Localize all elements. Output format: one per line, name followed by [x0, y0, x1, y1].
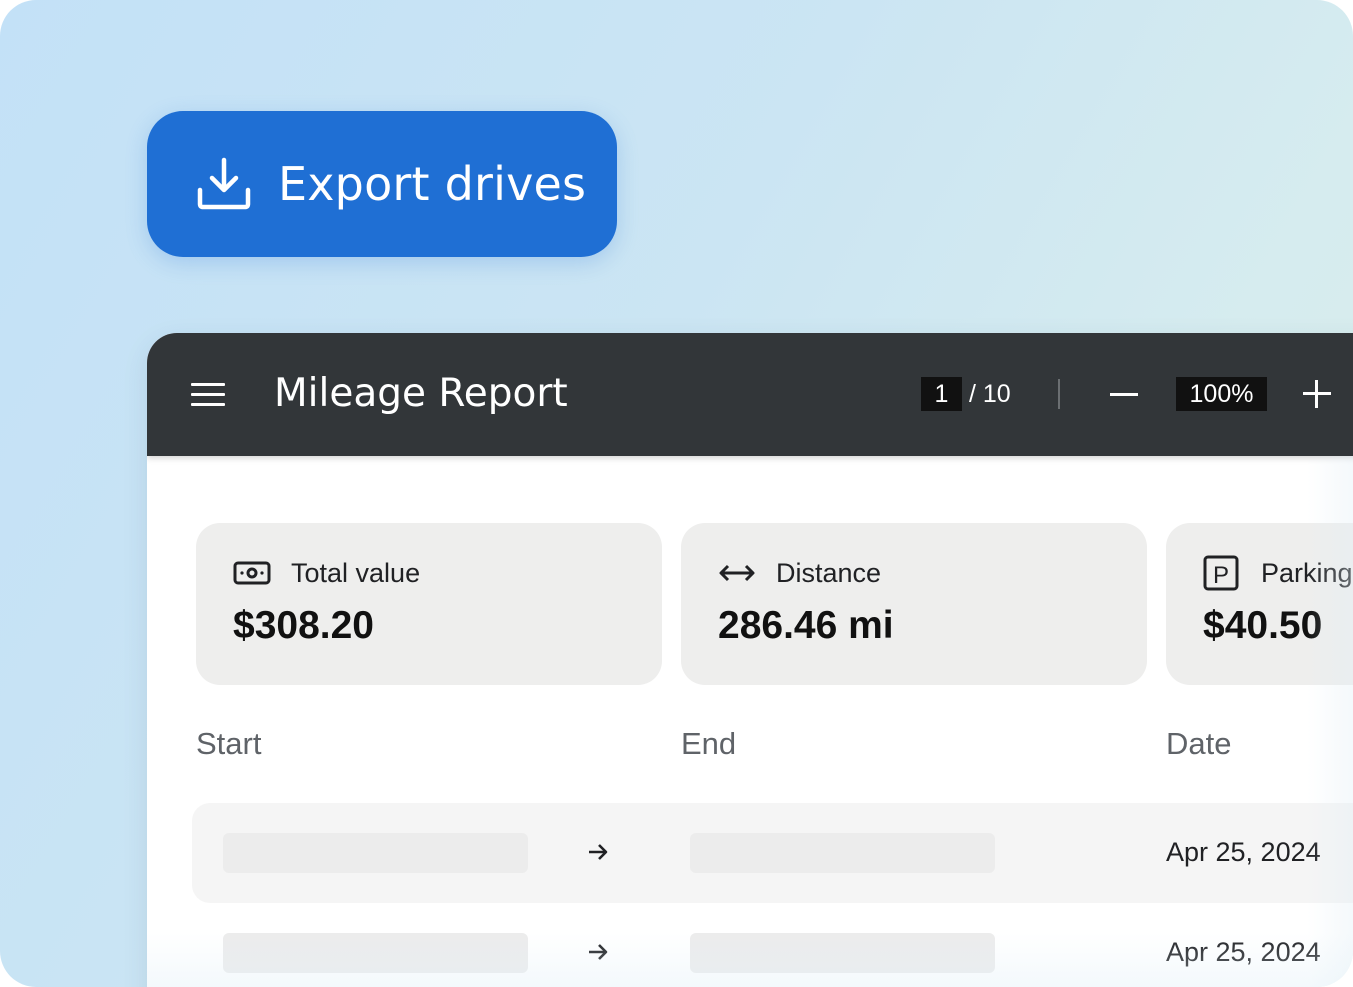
start-location-placeholder: [223, 933, 528, 973]
zoom-in-icon[interactable]: [1303, 380, 1331, 408]
export-drives-label: Export drives: [278, 157, 587, 211]
distance-arrows-icon: [719, 564, 755, 582]
page-total: / 10: [969, 380, 1011, 408]
column-header-end: End: [681, 726, 737, 761]
summary-card-label: Distance: [776, 558, 882, 588]
document-title: Mileage Report: [274, 371, 568, 416]
app-frame: Export drives Mileage Report 1 / 10 100%…: [0, 0, 1353, 987]
export-drives-button[interactable]: Export drives: [147, 111, 617, 257]
viewer-toolbar: Mileage Report 1 / 10 100%: [147, 333, 1353, 456]
cash-icon: [233, 561, 271, 585]
toolbar-divider: [1058, 379, 1060, 409]
arrow-right-icon: [589, 944, 608, 960]
summary-card-label: Total value: [291, 558, 421, 588]
svg-text:P: P: [1213, 562, 1229, 589]
summary-card-value: $308.20: [233, 604, 374, 647]
arrow-right-icon: [589, 844, 608, 860]
table-row[interactable]: Apr 25, 2024: [192, 803, 1353, 903]
start-location-placeholder: [223, 833, 528, 873]
column-header-start: Start: [196, 726, 262, 761]
end-location-placeholder: [690, 833, 995, 873]
column-header-date: Date: [1166, 726, 1232, 761]
summary-card-total-value: Total value $308.20: [196, 523, 662, 685]
zoom-level-input[interactable]: 100%: [1176, 377, 1267, 411]
row-date: Apr 25, 2024: [1166, 937, 1321, 967]
summary-card-parking: P Parking $40.50: [1166, 523, 1353, 685]
end-location-placeholder: [690, 933, 995, 973]
summary-card-value: 286.46 mi: [718, 604, 894, 647]
download-icon: [197, 157, 251, 210]
summary-card-distance: Distance 286.46 mi: [681, 523, 1147, 685]
page-number-input[interactable]: 1: [921, 377, 962, 411]
row-date: Apr 25, 2024: [1166, 837, 1321, 867]
zoom-out-icon[interactable]: [1110, 393, 1138, 396]
summary-card-value: $40.50: [1203, 604, 1323, 647]
hamburger-menu-icon[interactable]: [191, 383, 225, 407]
summary-card-label: Parking: [1261, 558, 1353, 588]
table-row[interactable]: Apr 25, 2024: [192, 903, 1353, 987]
parking-icon: P: [1203, 555, 1239, 591]
report-viewer: Mileage Report 1 / 10 100% Total value $…: [147, 333, 1353, 987]
